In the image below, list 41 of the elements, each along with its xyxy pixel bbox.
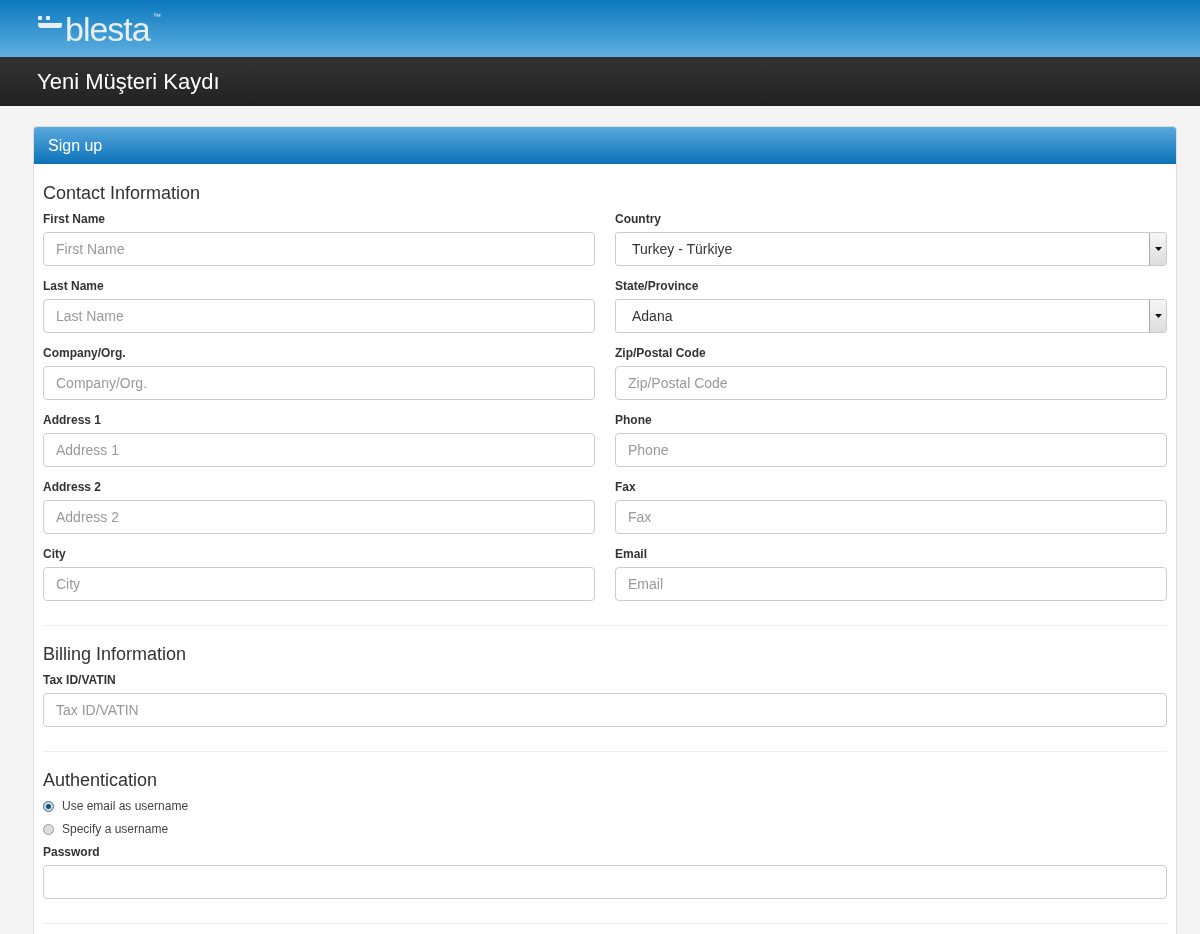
field-label: Email xyxy=(615,547,648,561)
field-label: First Name xyxy=(43,212,107,226)
field-label: Address 2 xyxy=(43,480,103,494)
text-field[interactable]: City xyxy=(43,567,595,601)
section-heading: Authentication xyxy=(43,770,159,791)
field-label: Company/Org. xyxy=(43,346,127,360)
field-label: Last Name xyxy=(43,279,105,293)
field-label: Phone xyxy=(615,413,653,427)
trademark-sign: ™ xyxy=(152,11,161,22)
text-field[interactable]: Last Name xyxy=(43,299,595,333)
text-field[interactable]: Company/Org. xyxy=(43,366,595,400)
radio-label[interactable]: Use email as username xyxy=(62,799,189,813)
field-label: State/Province xyxy=(615,279,700,293)
field-label: Country xyxy=(615,212,662,226)
logo-text: blesta xyxy=(65,11,150,46)
page-title: Yeni Müşteri Kaydı xyxy=(37,68,220,95)
field-label: City xyxy=(43,547,67,561)
text-field[interactable]: Address 2 xyxy=(43,500,595,534)
text-field[interactable]: Email xyxy=(615,567,1167,601)
field-label: Address 1 xyxy=(43,413,103,427)
field-label: Fax xyxy=(615,480,637,494)
field-label: Password xyxy=(43,845,101,859)
text-field[interactable]: First Name xyxy=(43,232,595,266)
text-field[interactable] xyxy=(43,865,1167,899)
section-heading: Billing Information xyxy=(43,644,188,665)
text-field[interactable]: Address 1 xyxy=(43,433,595,467)
panel-header: Sign up xyxy=(34,127,1176,164)
caret-icon xyxy=(1154,247,1162,251)
dropdown[interactable]: Turkey - Türkiye xyxy=(615,232,1167,266)
radio-button[interactable] xyxy=(43,823,54,835)
text-field[interactable]: Fax xyxy=(615,500,1167,534)
field-label: Tax ID/VATIN xyxy=(43,673,117,687)
section-heading: Contact Information xyxy=(43,183,202,204)
text-field[interactable]: Tax ID/VATIN xyxy=(43,693,1167,727)
radio-label[interactable]: Specify a username xyxy=(62,822,169,836)
text-field[interactable]: Zip/Postal Code xyxy=(615,366,1167,400)
field-label: Zip/Postal Code xyxy=(615,346,707,360)
text-field[interactable]: Phone xyxy=(615,433,1167,467)
radio-button[interactable] xyxy=(43,800,54,812)
dropdown[interactable]: Adana xyxy=(615,299,1167,333)
caret-icon xyxy=(1154,314,1162,318)
